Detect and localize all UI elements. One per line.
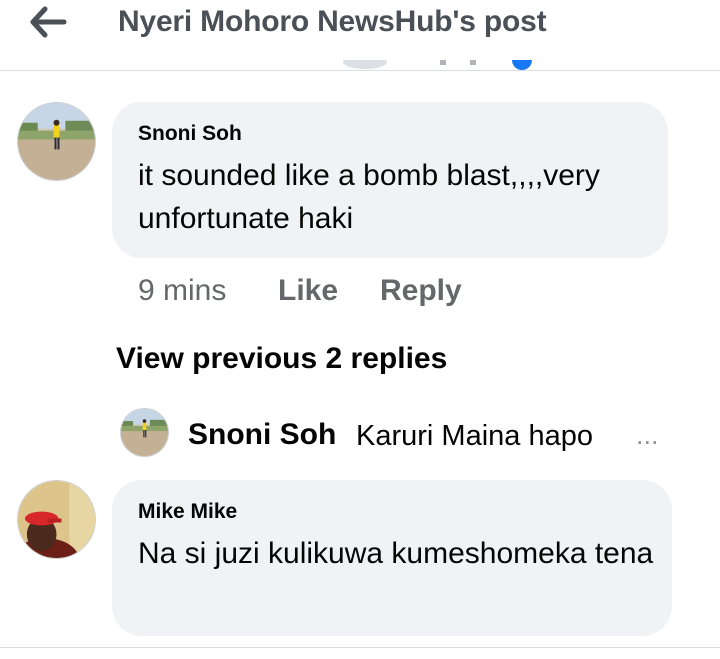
divider <box>0 647 720 648</box>
comment-text: Na si juzi kulikuwa kumeshomeka tena <box>138 537 654 570</box>
comment-text: it sounded like a bomb blast,,,,very unf… <box>138 159 600 235</box>
avatar[interactable] <box>17 480 96 559</box>
avatar-photo-field <box>18 103 95 180</box>
like-button[interactable]: Like <box>278 274 338 308</box>
page-title: Nyeri Mohoro NewsHub's post <box>118 5 547 38</box>
view-previous-replies-link[interactable]: View previous 2 replies <box>116 342 447 376</box>
avatar-photo-field <box>121 409 168 456</box>
reply-author[interactable]: Snoni Soh <box>188 418 336 452</box>
avatar-photo-man <box>18 481 95 558</box>
comment-bubble[interactable]: Snoni Soh it sounded like a bomb blast,,… <box>112 102 668 258</box>
reply-text: Karuri Maina hapo <box>356 420 593 452</box>
reply-avatar[interactable] <box>120 408 169 457</box>
comment-bubble[interactable]: Mike Mike Na si juzi kulikuwa kumeshomek… <box>112 480 672 636</box>
arrow-left-icon[interactable] <box>28 4 68 40</box>
comment-timestamp[interactable]: 9 mins <box>138 274 226 308</box>
clipped-previous-content <box>343 60 532 70</box>
comment-author[interactable]: Snoni Soh <box>138 122 242 146</box>
reply-ellipsis: ... <box>636 420 659 450</box>
comment-author[interactable]: Mike Mike <box>138 500 237 524</box>
reply-button[interactable]: Reply <box>380 274 462 308</box>
avatar[interactable] <box>17 102 96 181</box>
